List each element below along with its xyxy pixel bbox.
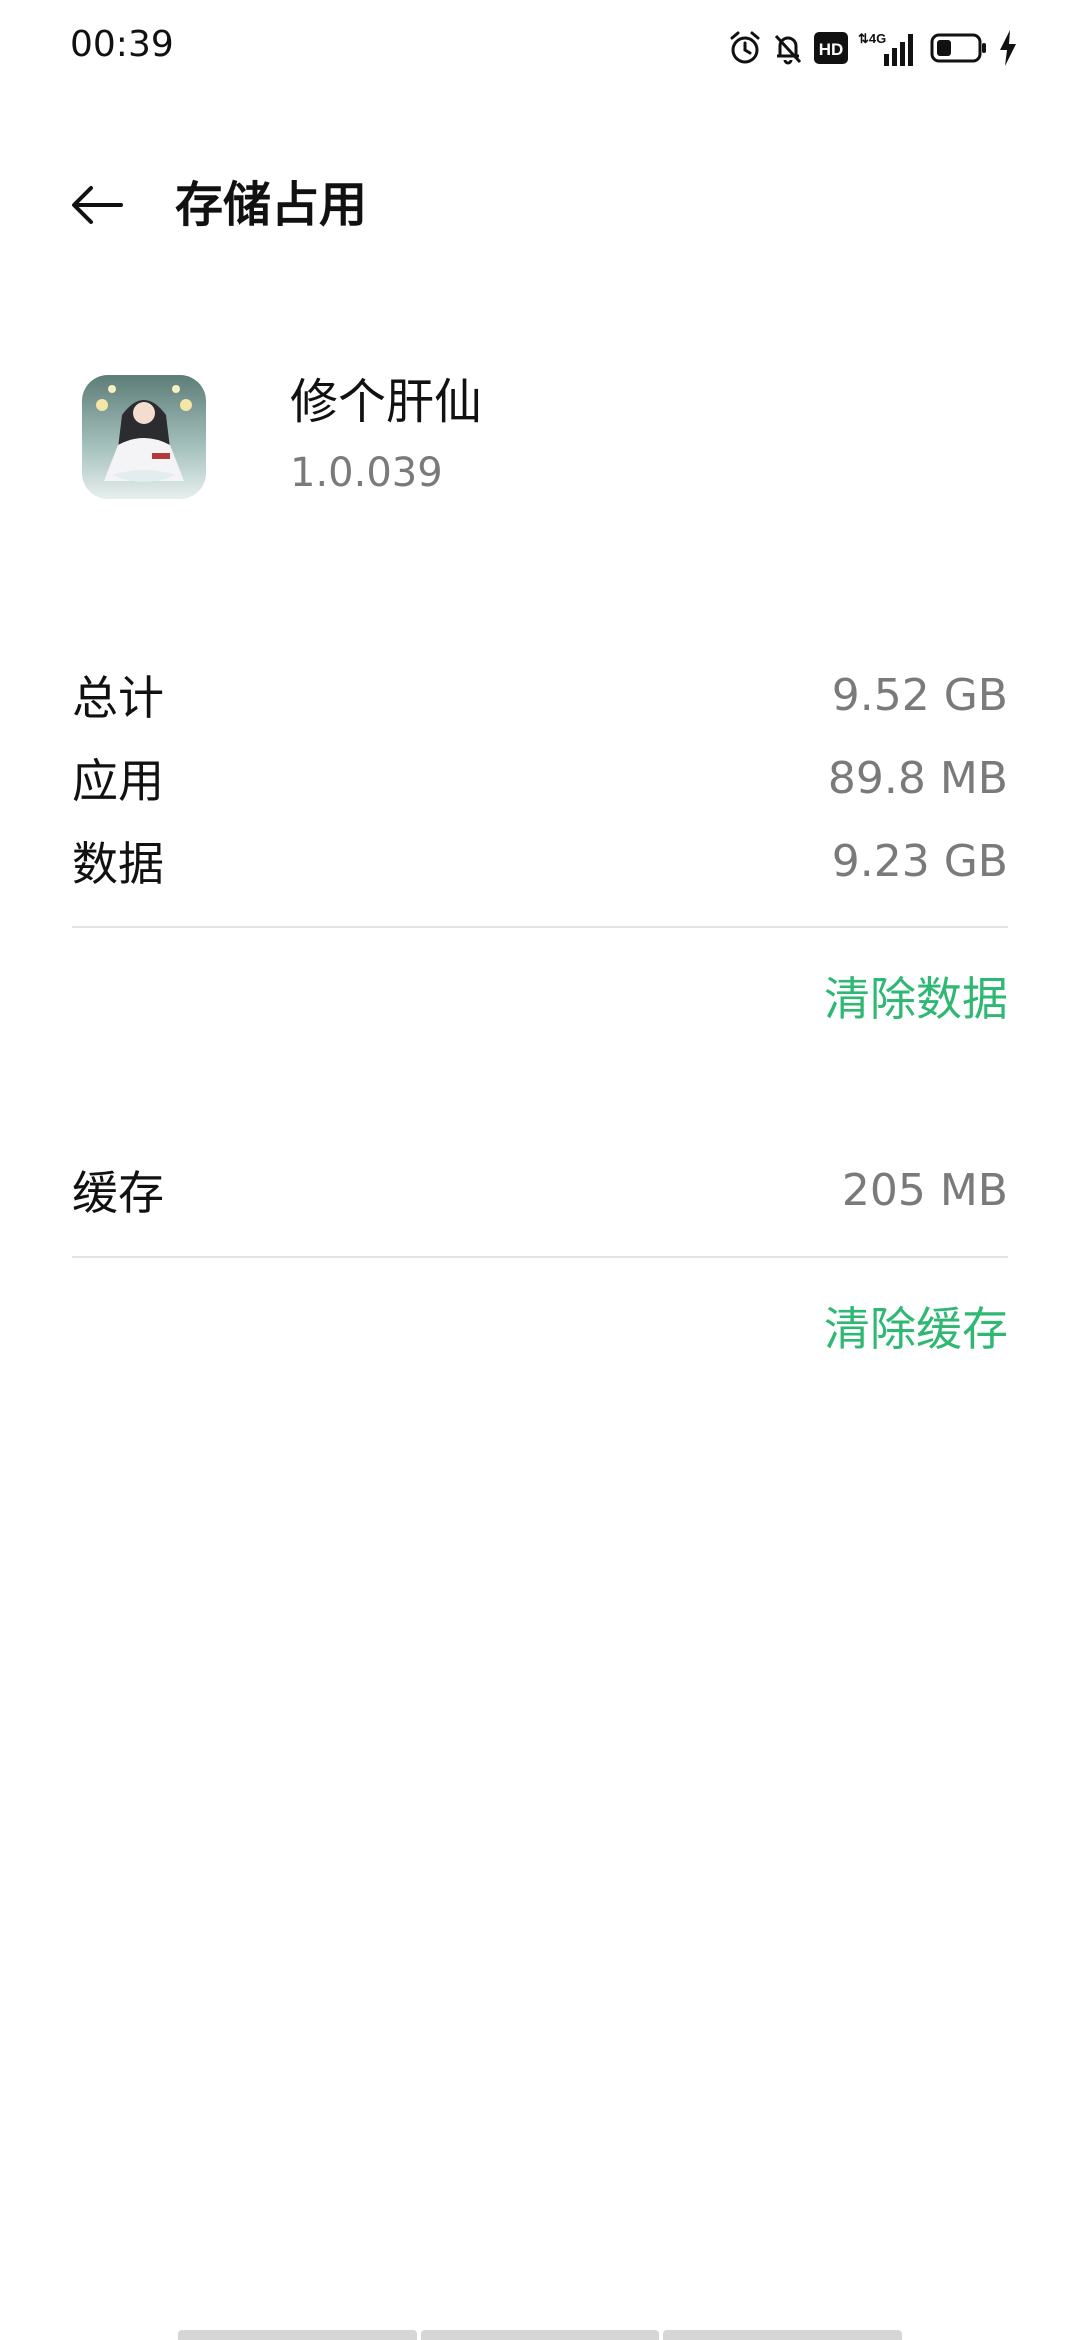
- cache-value: 205 MB: [841, 1164, 1008, 1216]
- status-bar: 00:39 HD ⇅4G: [0, 0, 1080, 96]
- cache-row: 缓存 205 MB: [72, 1155, 1008, 1225]
- gesture-segment: [420, 2330, 660, 2340]
- alarm-icon: [728, 30, 762, 66]
- arrow-left-icon: [72, 186, 123, 224]
- charging-icon: [998, 30, 1018, 66]
- row-value: 89.8 MB: [827, 752, 1008, 804]
- divider: [72, 1256, 1008, 1258]
- clear-data-button[interactable]: 清除数据: [824, 964, 1008, 1034]
- storage-row-total: 总计 9.52 GB: [72, 660, 1008, 730]
- row-value: 9.23 GB: [831, 835, 1008, 887]
- clear-cache-button[interactable]: 清除缓存: [824, 1294, 1008, 1364]
- row-label: 总计: [72, 671, 164, 725]
- app-icon: [82, 375, 206, 499]
- gesture-bar[interactable]: [178, 2330, 903, 2340]
- status-time: 00:39: [70, 24, 174, 65]
- storage-row-app: 应用 89.8 MB: [72, 743, 1008, 813]
- battery-icon: [930, 32, 988, 64]
- back-button[interactable]: [62, 172, 132, 238]
- app-name: 修个肝仙: [290, 374, 483, 430]
- status-icons: HD ⇅4G: [728, 24, 1018, 72]
- bell-off-icon: [772, 30, 804, 66]
- gesture-segment: [178, 2330, 417, 2340]
- divider: [72, 926, 1008, 928]
- header: 存储占用: [0, 150, 1080, 260]
- app-version: 1.0.039: [290, 450, 443, 496]
- row-value: 9.52 GB: [831, 669, 1008, 721]
- gesture-segment: [663, 2330, 903, 2340]
- page-title: 存储占用: [175, 177, 368, 233]
- cache-label: 缓存: [72, 1166, 164, 1220]
- hd-icon: HD: [814, 32, 848, 64]
- svg-text:⇅4G: ⇅4G: [858, 31, 886, 46]
- signal-4g-icon: ⇅4G: [858, 30, 920, 66]
- row-label: 应用: [72, 754, 164, 808]
- svg-text:HD: HD: [819, 40, 844, 59]
- storage-row-data: 数据 9.23 GB: [72, 826, 1008, 896]
- row-label: 数据: [72, 837, 164, 891]
